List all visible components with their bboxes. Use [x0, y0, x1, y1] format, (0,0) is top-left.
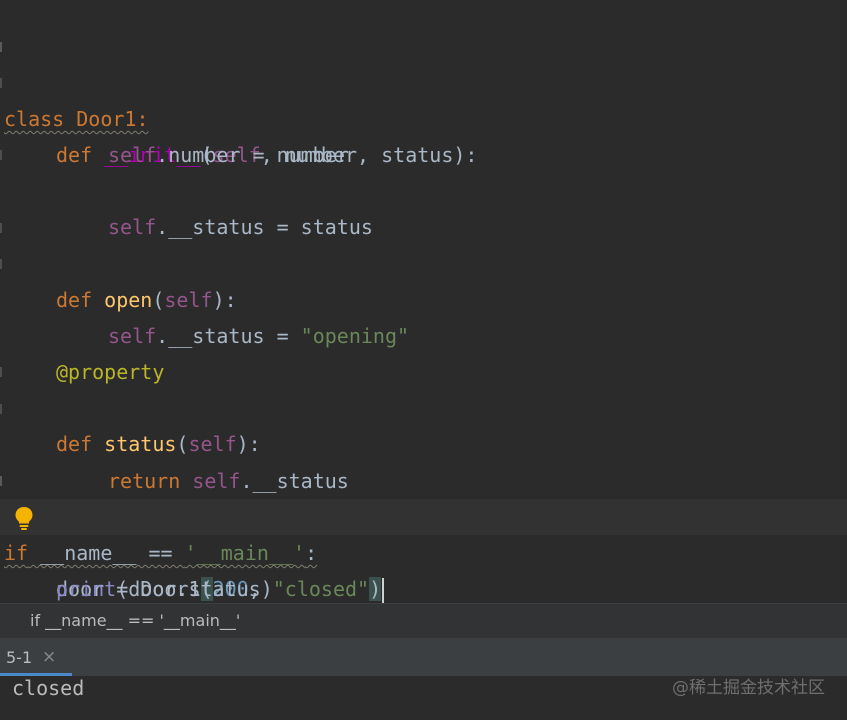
code-line-13[interactable]: if __name__ == '__main__': — [0, 463, 847, 565]
console-output: closed — [12, 676, 85, 700]
code-line-7[interactable]: self.__status = "opening" — [0, 246, 847, 348]
fold-marker[interactable] — [0, 78, 2, 88]
tab-run-config[interactable]: 5-1 × — [0, 638, 72, 676]
code-line-1[interactable]: class Door1: — [0, 29, 847, 131]
code-line-15[interactable]: print(door.status) — [0, 535, 847, 601]
breadcrumb-item[interactable]: if __name__ == '__main__' — [30, 604, 240, 638]
fold-marker[interactable] — [0, 476, 2, 486]
code-line-3[interactable]: self.number = number — [0, 101, 847, 167]
code-line-9[interactable]: @property — [0, 318, 847, 384]
fold-marker[interactable] — [0, 404, 2, 414]
text-caret — [382, 577, 385, 604]
open-def: def open(self): — [56, 288, 237, 312]
code-line-2[interactable]: def __init__(self, number, status): — [0, 65, 847, 167]
code-line-6[interactable]: def open(self): — [0, 210, 847, 312]
code-line-4[interactable]: self.__status = status — [0, 137, 847, 239]
print-call: print(door.status) — [56, 577, 273, 601]
code-line-14[interactable]: door = Door1(200, "closed") — [0, 499, 847, 604]
run-console[interactable]: closed @稀土掘金技术社区 — [0, 676, 847, 720]
code-line-10[interactable]: def status(self): — [0, 354, 847, 456]
fold-marker[interactable] — [0, 367, 2, 377]
run-tool-window-tabs: 5-1 × — [0, 638, 847, 676]
fold-marker[interactable] — [0, 259, 2, 269]
fold-marker[interactable] — [0, 42, 2, 52]
lightbulb-icon[interactable] — [14, 506, 34, 530]
breadcrumb[interactable]: if __name__ == '__main__' — [0, 603, 847, 638]
code-line-11[interactable]: return self.__status — [0, 391, 847, 493]
close-icon[interactable]: × — [42, 647, 56, 667]
fold-marker[interactable] — [0, 150, 2, 160]
tab-label: 5-1 — [6, 648, 33, 667]
watermark: @稀土掘金技术社区 — [672, 678, 825, 698]
status-def: def status(self): — [56, 432, 261, 456]
fold-marker[interactable] — [0, 223, 2, 233]
code-editor[interactable]: class Door1: def __init__(self, number, … — [0, 0, 847, 604]
